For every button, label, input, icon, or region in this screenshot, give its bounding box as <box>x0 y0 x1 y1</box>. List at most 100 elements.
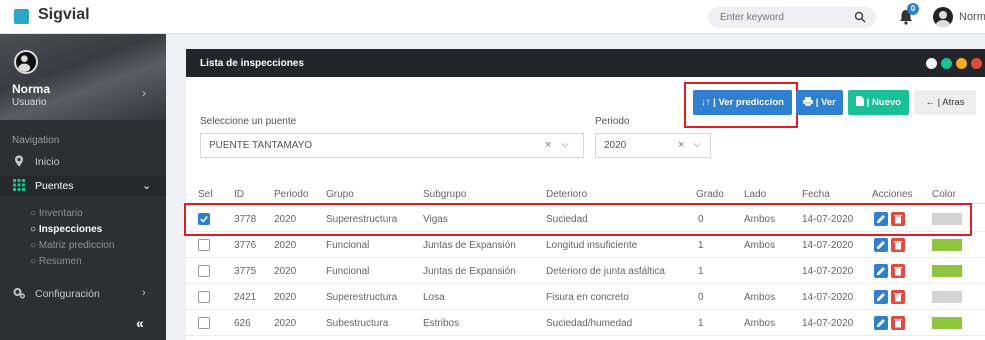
location-pin-icon <box>15 155 23 167</box>
table-row[interactable]: 2421 2020 Superestructura Losa Fisura en con… <box>186 284 985 310</box>
sidebar-subitem-label: Inventario <box>38 208 83 219</box>
column-header-grupo[interactable]: Grupo <box>326 189 354 200</box>
sidebar-subitem-label: Resumen <box>38 256 82 267</box>
bridge-select[interactable]: PUENTE TANTAMAYO × ⌵ <box>200 133 584 158</box>
column-header-periodo[interactable]: Periodo <box>274 189 308 200</box>
clear-icon[interactable]: × <box>678 139 684 151</box>
edit-icon[interactable] <box>874 238 888 252</box>
collapse-sidebar-button[interactable]: « <box>136 315 158 333</box>
column-header-subgrupo[interactable]: Subgrupo <box>423 189 466 200</box>
edit-icon[interactable] <box>874 290 888 304</box>
file-icon <box>856 96 864 106</box>
cell-periodo: 2020 <box>274 318 297 329</box>
chevron-right-icon: › <box>142 287 146 299</box>
sidebar-subitem-resumen[interactable]: ○ Resumen <box>30 256 82 267</box>
sidebar-subitem-inventario[interactable]: ○ Inventario <box>30 208 83 219</box>
column-header-grado[interactable]: Grado <box>696 189 724 200</box>
cell-id: 626 <box>234 318 251 329</box>
row-checkbox[interactable] <box>198 291 210 303</box>
column-header-color: Color <box>932 189 956 200</box>
chevron-down-icon[interactable]: ⌵ <box>561 139 569 150</box>
row-checkbox[interactable] <box>198 265 210 277</box>
row-checkbox[interactable] <box>198 239 210 251</box>
nuevo-button[interactable]: | Nuevo <box>848 90 909 115</box>
column-header-acciones: Acciones <box>872 189 913 200</box>
column-header-deterioro[interactable]: Deterioro <box>546 189 587 200</box>
cell-periodo: 2020 <box>274 240 297 251</box>
search-icon[interactable] <box>854 11 866 23</box>
table-row[interactable]: 626 2020 Subestructura Estribos Suciedad/hum… <box>186 310 985 336</box>
trash-icon[interactable] <box>891 264 905 278</box>
column-header-id[interactable]: ID <box>234 189 244 200</box>
sidebar-item-configuracion[interactable]: Configuración › <box>0 284 166 304</box>
brand-name[interactable]: Sigvial <box>38 6 90 24</box>
row-checkbox[interactable] <box>198 317 210 329</box>
nuevo-button-label: | Nuevo <box>866 97 901 108</box>
cell-grado: 1 <box>698 266 704 277</box>
cell-grado: 0 <box>698 292 704 303</box>
sidebar-item-puentes[interactable]: Puentes ⌄ <box>0 176 166 196</box>
chevron-right-icon[interactable]: › <box>142 86 146 100</box>
column-header-lado[interactable]: Lado <box>744 189 766 200</box>
cell-periodo: 2020 <box>274 266 297 277</box>
sidebar: Norma Usuario › Navigation Inicio Puente… <box>0 34 166 340</box>
sidebar-item-inicio[interactable]: Inicio <box>0 152 166 172</box>
cell-grado: 1 <box>698 318 704 329</box>
cell-fecha: 14-07-2020 <box>802 266 854 277</box>
column-header-sel[interactable]: Sel <box>198 189 212 200</box>
inspections-panel: Lista de inspecciones ↓↑ | Ver prediccio… <box>184 49 985 340</box>
period-select-value: 2020 <box>604 140 627 151</box>
chevron-down-icon[interactable]: ⌵ <box>693 139 701 150</box>
atras-button[interactable]: ← | Atras <box>914 90 976 115</box>
ver-prediccion-button[interactable]: ↓↑ | Ver prediccion <box>693 90 792 115</box>
nav-header: Navigation <box>12 135 60 146</box>
cell-grupo: Funcional <box>326 240 370 251</box>
column-header-fecha[interactable]: Fecha <box>802 189 830 200</box>
edit-icon[interactable] <box>874 264 888 278</box>
sidebar-subitem-label: Inspecciones <box>38 224 103 235</box>
cell-fecha: 14-07-2020 <box>802 318 854 329</box>
cell-subgrupo: Juntas de Expansión <box>423 240 516 251</box>
cell-fecha: 14-07-2020 <box>802 240 854 251</box>
avatar <box>14 50 38 74</box>
sidebar-item-label: Inicio <box>35 156 60 168</box>
expand-icon[interactable] <box>926 58 937 69</box>
minimize-icon[interactable] <box>956 58 967 69</box>
trash-icon[interactable] <box>891 238 905 252</box>
table-header: Sel ID Periodo Grupo Subgrupo Deterioro … <box>186 186 985 204</box>
period-select[interactable]: 2020 × ⌵ <box>595 133 711 158</box>
avatar[interactable] <box>933 7 953 27</box>
clear-icon[interactable]: × <box>545 139 551 151</box>
cell-grupo: Funcional <box>326 266 370 277</box>
sidebar-subitem-matriz-prediccion[interactable]: ○ Matriz prediccion <box>30 240 114 251</box>
cell-lado: Ambos <box>744 292 776 303</box>
profile-card: Norma Usuario › <box>0 34 166 120</box>
search-input[interactable] <box>720 11 840 24</box>
edit-icon[interactable] <box>874 316 888 330</box>
cell-fecha: 14-07-2020 <box>802 292 854 303</box>
sidebar-item-label: Puentes <box>35 180 74 192</box>
sidebar-item-label: Configuración <box>35 288 100 300</box>
profile-role: Usuario <box>12 97 47 108</box>
trash-icon[interactable] <box>891 316 905 330</box>
cell-id: 3776 <box>234 240 257 251</box>
table-row[interactable]: 3775 2020 Funcional Juntas de Expansión Dete… <box>186 258 985 284</box>
cell-lado: Ambos <box>744 318 776 329</box>
chevron-down-icon: ⌄ <box>142 180 152 192</box>
bridge-label: Seleccione un puente <box>200 116 297 127</box>
profile-name: Norma <box>12 82 51 96</box>
cell-subgrupo: Estribos <box>423 318 460 329</box>
close-icon[interactable] <box>971 58 982 69</box>
cell-deterioro: Fisura en concreto <box>546 292 629 303</box>
sidebar-subitem-inspecciones[interactable]: ○ Inspecciones <box>30 224 102 235</box>
search-box[interactable] <box>708 7 876 28</box>
trash-icon[interactable] <box>891 290 905 304</box>
bridge-select-value: PUENTE TANTAMAYO <box>209 140 313 151</box>
top-bar: Sigvial 0 Norma <box>0 0 985 34</box>
user-name[interactable]: Norma <box>959 11 985 23</box>
cell-deterioro: Longitud insuficiente <box>546 240 638 251</box>
reload-icon[interactable] <box>941 58 952 69</box>
ver-button[interactable]: | Ver <box>796 90 843 115</box>
cell-subgrupo: Juntas de Expansión <box>423 266 516 277</box>
color-swatch <box>932 265 962 277</box>
